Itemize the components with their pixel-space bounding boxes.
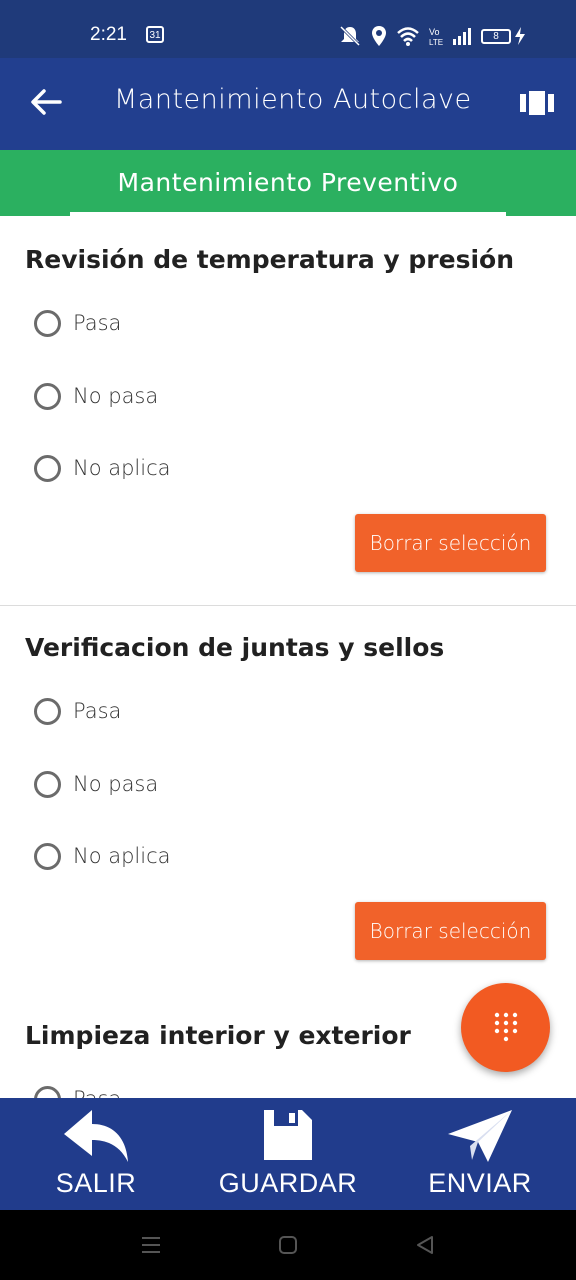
paper-plane-icon: [448, 1110, 512, 1162]
dialpad-icon: [494, 1012, 518, 1042]
radio-button[interactable]: [34, 770, 61, 798]
option-label: Pasa: [73, 699, 122, 723]
charging-icon: [515, 27, 525, 45]
view-columns-icon[interactable]: [520, 91, 554, 115]
radio-option-pass[interactable]: Pasa: [34, 694, 121, 728]
back-triangle-icon[interactable]: [415, 1235, 435, 1255]
option-label: Pasa: [73, 311, 122, 335]
radio-option-pass[interactable]: Pasa: [34, 1082, 121, 1098]
question-title: Verificacion de juntas y sellos: [25, 633, 445, 662]
question-title: Revisión de temperatura y presión: [25, 245, 515, 274]
volte-icon: VoLTE: [429, 27, 443, 47]
floppy-disk-icon: [264, 1110, 312, 1160]
radio-option-na[interactable]: No aplica: [34, 839, 171, 873]
bottom-action-bar: SALIR GUARDAR ENVIAR: [0, 1098, 576, 1210]
tab-preventive-maintenance[interactable]: Mantenimiento Preventivo: [0, 168, 576, 197]
radio-button[interactable]: [34, 842, 61, 870]
radio-option-fail[interactable]: No pasa: [34, 767, 158, 801]
location-icon: [372, 26, 386, 46]
section-divider: [0, 605, 576, 606]
dialpad-fab-button[interactable]: [461, 983, 550, 1072]
radio-button[interactable]: [34, 454, 61, 482]
reply-arrow-icon: [64, 1110, 128, 1162]
send-button[interactable]: ENVIAR: [384, 1098, 576, 1210]
radio-button[interactable]: [34, 309, 61, 337]
exit-button[interactable]: SALIR: [0, 1098, 192, 1210]
save-label: GUARDAR: [218, 1168, 358, 1198]
radio-button[interactable]: [34, 382, 61, 410]
radio-option-pass[interactable]: Pasa: [34, 306, 121, 340]
clear-selection-button[interactable]: Borrar selección: [355, 902, 546, 960]
mute-icon: [339, 25, 361, 47]
signal-icon: [453, 28, 471, 45]
radio-option-fail[interactable]: No pasa: [34, 379, 158, 413]
svg-text:Vo: Vo: [429, 27, 440, 37]
question-title: Limpieza interior y exterior: [25, 1021, 411, 1050]
save-button[interactable]: GUARDAR: [192, 1098, 384, 1210]
radio-button[interactable]: [34, 1085, 61, 1098]
option-label: No aplica: [73, 844, 171, 868]
menu-icon[interactable]: [141, 1235, 161, 1255]
status-bar: 2:21 31 Vo LTE 8: [0, 0, 576, 58]
option-label: No pasa: [73, 772, 159, 796]
wifi-icon: [397, 27, 419, 46]
option-label: No pasa: [73, 384, 159, 408]
home-icon[interactable]: [278, 1235, 298, 1255]
page-title: Mantenimiento Autoclave: [114, 84, 472, 115]
app-bar: Mantenimiento Autoclave: [0, 58, 576, 150]
system-navigation-bar: [0, 1210, 576, 1280]
tab-bar: Mantenimiento Preventivo: [0, 150, 576, 216]
status-time: 2:21: [90, 24, 127, 45]
option-label: No aplica: [73, 456, 171, 480]
option-label: Pasa: [73, 1087, 121, 1098]
arrow-left-icon[interactable]: [28, 84, 64, 120]
status-icons: Vo LTE 8: [338, 22, 526, 50]
battery-icon: 8: [481, 28, 511, 44]
radio-button[interactable]: [34, 697, 61, 725]
send-label: ENVIAR: [428, 1168, 532, 1198]
exit-label: SALIR: [55, 1168, 137, 1198]
checklist-content[interactable]: Revisión de temperatura y presión Pasa N…: [0, 216, 576, 1098]
clear-selection-button[interactable]: Borrar selección: [355, 514, 546, 572]
radio-option-na[interactable]: No aplica: [34, 451, 171, 485]
calendar-icon: 31: [146, 26, 164, 43]
svg-text:LTE: LTE: [429, 38, 443, 47]
